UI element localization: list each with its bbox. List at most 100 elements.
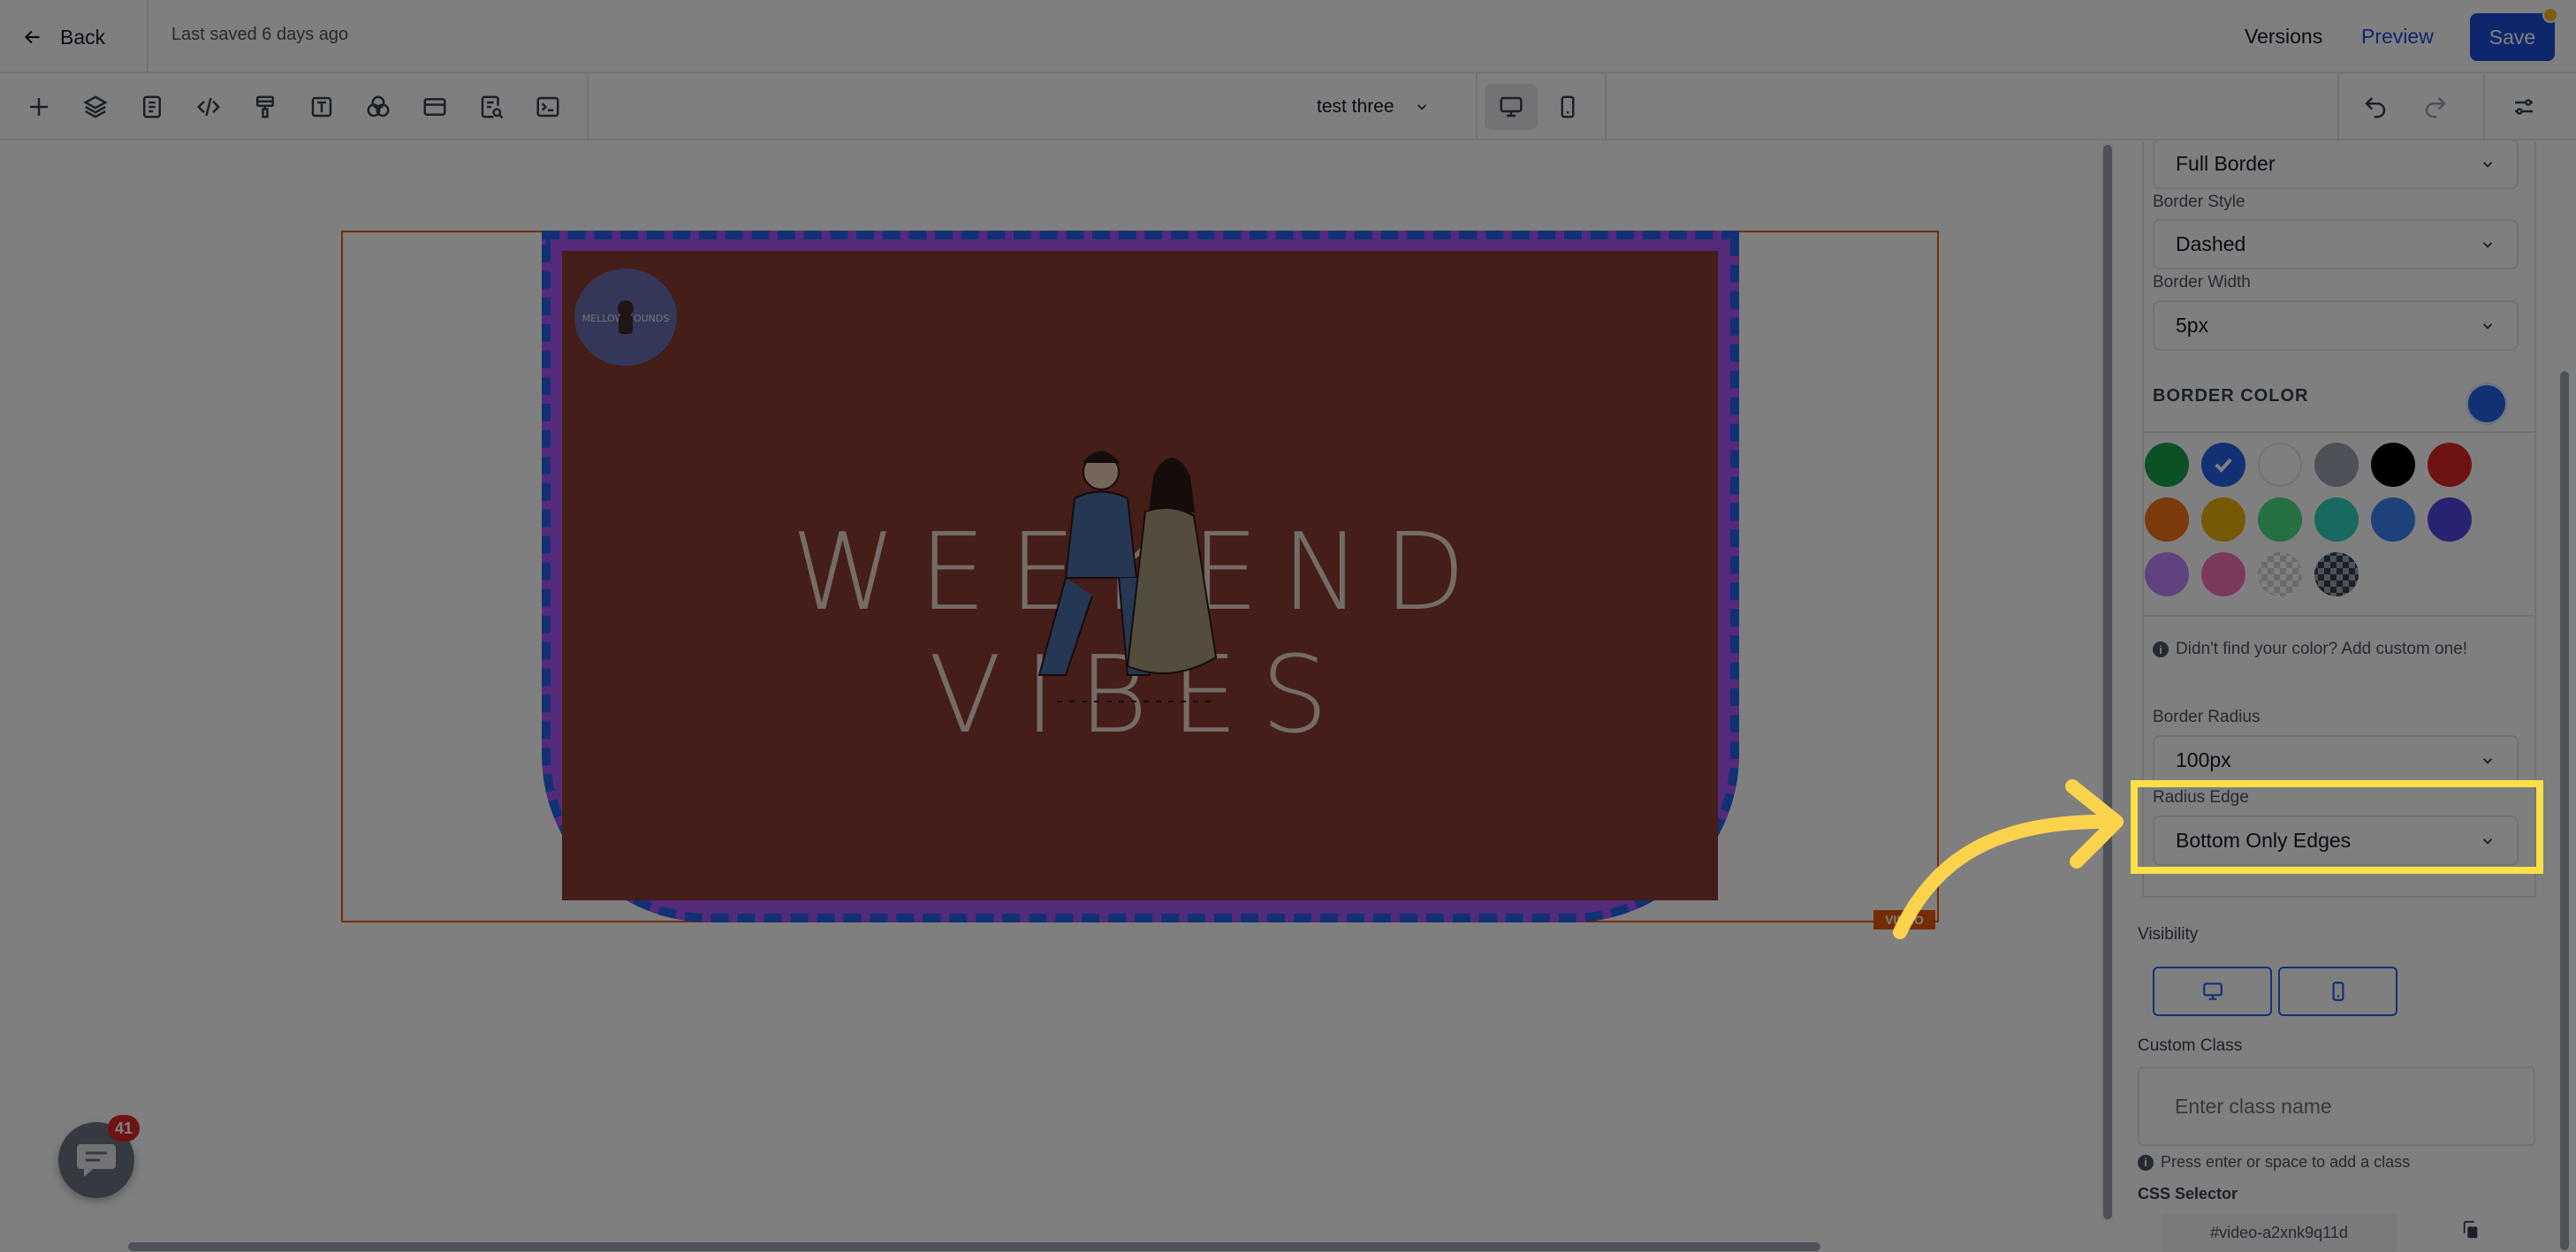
browser-icon xyxy=(423,98,446,116)
border-color-title: BORDER COLOR xyxy=(2153,386,2309,406)
color-swatch-blue[interactable] xyxy=(2201,443,2245,487)
border-style-label: Border Style xyxy=(2153,193,2245,211)
layout-button[interactable] xyxy=(417,89,452,125)
divider xyxy=(147,0,148,73)
pages-button[interactable] xyxy=(134,89,170,125)
scrollbar-thumb[interactable] xyxy=(2560,371,2569,1250)
add-icon xyxy=(30,98,48,116)
custom-class-input[interactable] xyxy=(2138,1066,2535,1146)
scrollbar-thumb[interactable] xyxy=(128,1242,1820,1251)
chevron-down-icon xyxy=(2482,757,2493,764)
chevron-down-icon xyxy=(2482,322,2493,330)
chevron-down-icon xyxy=(2482,161,2493,168)
canvas-vertical-scrollbar[interactable] xyxy=(2101,143,2114,1221)
toolbar: test three xyxy=(0,73,2576,140)
mobile-icon xyxy=(2332,982,2344,1001)
color-swatch-light-blue[interactable] xyxy=(2371,497,2415,542)
desktop-icon xyxy=(1500,96,1523,118)
border-style-value: Dashed xyxy=(2176,232,2246,255)
canvas-horizontal-scrollbar[interactable] xyxy=(0,1233,2103,1252)
border-type-value: Full Border xyxy=(2176,152,2276,175)
border-width-value: 5px xyxy=(2176,314,2209,337)
border-width-select[interactable]: 5px xyxy=(2153,300,2519,351)
visibility-desktop-toggle[interactable] xyxy=(2153,967,2272,1016)
unsaved-indicator xyxy=(2542,7,2558,23)
scrollbar-thumb[interactable] xyxy=(2103,145,2112,1219)
color-swatch-red[interactable] xyxy=(2428,443,2472,487)
tracking-code-button[interactable] xyxy=(530,89,566,125)
divider xyxy=(1605,73,1607,140)
color-swatch-teal[interactable] xyxy=(2314,497,2359,542)
undo-button[interactable] xyxy=(2358,89,2393,125)
arrow-left-icon xyxy=(24,30,40,44)
chat-notification-badge: 41 xyxy=(108,1115,140,1142)
sliders-icon xyxy=(2515,99,2533,115)
info-icon: i xyxy=(2153,641,2169,657)
mobile-icon xyxy=(1561,95,1575,118)
visibility-mobile-toggle[interactable] xyxy=(2278,967,2397,1016)
color-swatch-black[interactable] xyxy=(2371,443,2415,487)
border-radius-label: Border Radius xyxy=(2153,708,2261,726)
border-radius-select[interactable]: 100px xyxy=(2153,735,2519,785)
divider xyxy=(2337,73,2339,140)
back-button[interactable]: Back xyxy=(21,19,105,55)
chat-icon xyxy=(77,1144,116,1177)
custom-class-hint: i Press enter or space to add a class xyxy=(2138,1153,2410,1172)
channel-logo: MELLOW SOUNDS xyxy=(574,269,677,366)
css-selector-label: CSS Selector xyxy=(2138,1185,2238,1203)
copy-icon[interactable] xyxy=(2461,1219,2481,1241)
border-type-select[interactable]: Full Border xyxy=(2153,139,2519,189)
colors-button[interactable] xyxy=(361,89,396,125)
page-name: test three xyxy=(1317,96,1394,117)
undo-icon xyxy=(2365,97,2386,118)
settings-panel-button[interactable] xyxy=(2506,89,2542,125)
panel-scrollbar[interactable] xyxy=(2558,159,2571,1252)
color-swatch-transparent-dark[interactable] xyxy=(2314,552,2359,596)
visibility-label: Visibility xyxy=(2138,925,2199,944)
desktop-view-button[interactable] xyxy=(1485,84,1538,130)
element-type-tag: VIDEO xyxy=(1873,910,1935,930)
add-element-button[interactable] xyxy=(21,89,57,125)
custom-class-hint-text: Press enter or space to add a class xyxy=(2161,1153,2411,1171)
border-style-select[interactable]: Dashed xyxy=(2153,219,2519,269)
styles-button[interactable] xyxy=(247,89,283,125)
layers-button[interactable] xyxy=(78,89,113,125)
preview-button[interactable]: Preview xyxy=(2361,25,2434,49)
color-swatch-green[interactable] xyxy=(2145,443,2189,487)
typography-button[interactable] xyxy=(304,89,339,125)
color-swatch-yellow[interactable] xyxy=(2201,497,2245,542)
color-swatch-white[interactable] xyxy=(2258,443,2302,487)
seo-button[interactable] xyxy=(474,89,509,125)
top-bar: Back Last saved 6 days ago Versions Prev… xyxy=(0,0,2576,73)
info-icon: i xyxy=(2138,1154,2154,1171)
code-button[interactable] xyxy=(191,89,226,125)
color-swatch-pink[interactable] xyxy=(2201,552,2245,596)
color-swatch-purple[interactable] xyxy=(2145,552,2189,596)
checkmark-icon xyxy=(2215,458,2232,473)
versions-button[interactable]: Versions xyxy=(2245,25,2322,49)
color-swatch-orange[interactable] xyxy=(2145,497,2189,542)
css-selector-value: #video-a2xnk9q11d xyxy=(2161,1213,2397,1252)
color-swatch-transparent-light[interactable] xyxy=(2258,552,2302,596)
desktop-icon xyxy=(2202,983,2223,1000)
last-saved-text: Last saved 6 days ago xyxy=(171,25,349,44)
redo-icon xyxy=(2425,97,2446,118)
divider xyxy=(2483,73,2485,140)
color-swatch-gray[interactable] xyxy=(2314,443,2359,487)
redo-button[interactable] xyxy=(2418,89,2453,125)
code-icon xyxy=(196,97,221,117)
save-button[interactable]: Save xyxy=(2470,13,2555,61)
color-swatch-light-green[interactable] xyxy=(2258,497,2302,542)
radius-edge-highlight xyxy=(2131,780,2543,874)
border-width-label: Border Width xyxy=(2153,273,2251,292)
custom-color-hint[interactable]: i Didn't find your color? Add custom one… xyxy=(2153,640,2467,659)
page-selector[interactable]: test three xyxy=(1317,91,1430,123)
selected-color-swatch[interactable] xyxy=(2466,383,2508,425)
border-radius-value: 100px xyxy=(2176,748,2231,771)
mobile-view-button[interactable] xyxy=(1541,84,1594,130)
video-thumbnail[interactable]: MELLOW SOUNDS WEEKEND VIBES xyxy=(562,251,1718,900)
color-swatch-indigo[interactable] xyxy=(2428,497,2472,542)
paint-roller-icon xyxy=(256,95,274,118)
custom-class-label: Custom Class xyxy=(2138,1036,2243,1055)
chevron-down-icon xyxy=(1417,104,1426,110)
